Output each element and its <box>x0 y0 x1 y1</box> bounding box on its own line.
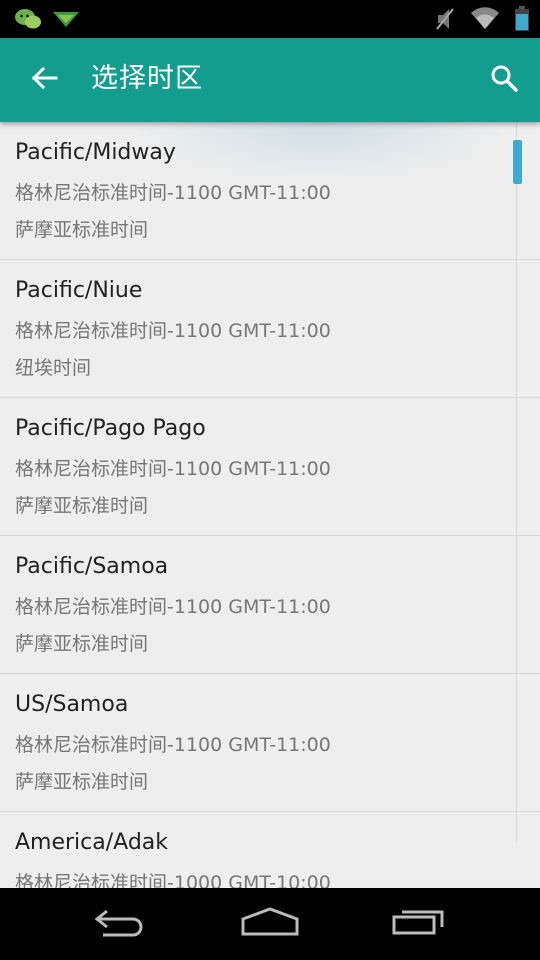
status-bar <box>0 0 540 38</box>
list-item[interactable]: US/Samoa 格林尼治标准时间-1100 GMT-11:00 萨摩亚标准时间 <box>0 674 540 812</box>
list-item[interactable]: America/Adak 格林尼治标准时间-1000 GMT-10:00 <box>0 812 540 888</box>
timezone-name: US/Samoa <box>15 692 129 717</box>
timezone-zone-name: 萨摩亚标准时间 <box>15 771 149 793</box>
recents-icon <box>392 907 448 941</box>
timezone-offset: 格林尼治标准时间-1000 GMT-10:00 <box>15 872 331 888</box>
timezone-zone-name: 萨摩亚标准时间 <box>15 219 149 241</box>
navigation-bar <box>0 888 540 960</box>
timezone-offset: 格林尼治标准时间-1100 GMT-11:00 <box>15 734 331 756</box>
notification-icon <box>52 9 80 29</box>
timezone-name: Pacific/Samoa <box>15 554 169 579</box>
scrollbar-thumb[interactable] <box>513 140 522 184</box>
timezone-name: Pacific/Midway <box>15 140 176 165</box>
wechat-icon <box>14 8 42 30</box>
nav-home-button[interactable] <box>225 902 315 946</box>
timezone-offset: 格林尼治标准时间-1100 GMT-11:00 <box>15 320 331 342</box>
mute-icon <box>434 6 456 32</box>
battery-icon <box>514 6 530 32</box>
nav-back-button[interactable] <box>75 902 165 946</box>
wifi-icon <box>470 7 500 31</box>
page-title: 选择时区 <box>91 63 203 94</box>
timezone-name: Pacific/Pago Pago <box>15 416 206 441</box>
app-bar: 选择时区 <box>0 38 540 122</box>
timezone-name: America/Adak <box>15 830 169 855</box>
timezone-offset: 格林尼治标准时间-1100 GMT-11:00 <box>15 596 331 618</box>
timezone-zone-name: 纽埃时间 <box>15 357 92 379</box>
timezone-zone-name: 萨摩亚标准时间 <box>15 495 149 517</box>
home-icon <box>241 907 299 941</box>
fast-scroll-divider <box>516 122 517 842</box>
search-button[interactable] <box>482 58 526 102</box>
timezone-list[interactable]: Pacific/Midway 格林尼治标准时间-1100 GMT-11:00 萨… <box>0 122 540 888</box>
timezone-offset: 格林尼治标准时间-1100 GMT-11:00 <box>15 182 331 204</box>
timezone-offset: 格林尼治标准时间-1100 GMT-11:00 <box>15 458 331 480</box>
list-item[interactable]: Pacific/Niue 格林尼治标准时间-1100 GMT-11:00 纽埃时… <box>0 260 540 398</box>
nav-recents-button[interactable] <box>375 902 465 946</box>
timezone-zone-name: 萨摩亚标准时间 <box>15 633 149 655</box>
back-button[interactable] <box>22 58 66 102</box>
search-icon <box>490 64 518 96</box>
list-item[interactable]: Pacific/Pago Pago 格林尼治标准时间-1100 GMT-11:0… <box>0 398 540 536</box>
list-item[interactable]: Pacific/Midway 格林尼治标准时间-1100 GMT-11:00 萨… <box>0 122 540 260</box>
timezone-name: Pacific/Niue <box>15 278 143 303</box>
arrow-left-icon <box>30 64 58 96</box>
back-nav-icon <box>93 907 147 941</box>
list-item[interactable]: Pacific/Samoa 格林尼治标准时间-1100 GMT-11:00 萨摩… <box>0 536 540 674</box>
